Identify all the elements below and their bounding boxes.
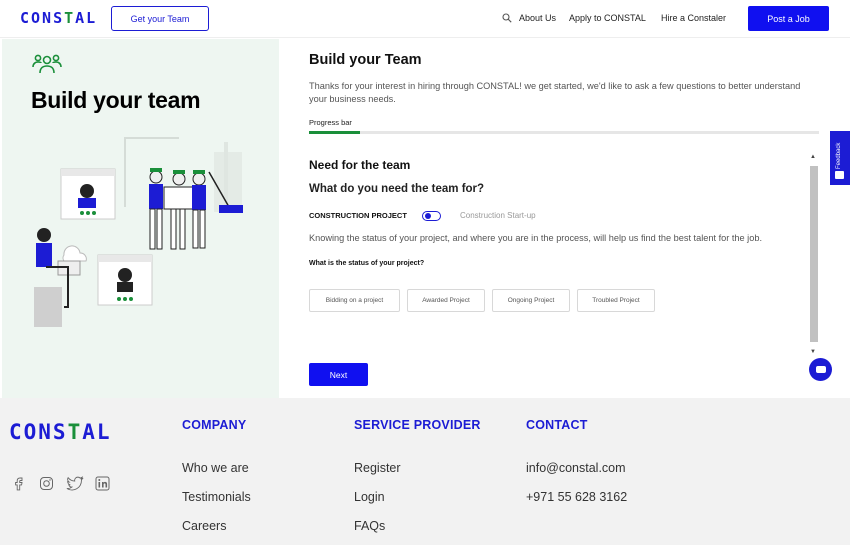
nav-about-us[interactable]: About Us [519, 13, 556, 23]
footer-service-heading: SERVICE PROVIDER [354, 418, 481, 432]
footer-logo[interactable]: CONSTAL [9, 420, 112, 444]
chat-icon [815, 366, 826, 373]
feedback-tab[interactable]: Feedback [830, 131, 850, 185]
instagram-icon[interactable] [39, 476, 54, 491]
toggle-label-construction-startup[interactable]: Construction Start-up [460, 211, 536, 220]
nav-hire-a-constaler[interactable]: Hire a Constaler [661, 13, 726, 23]
footer-company-heading: COMPANY [182, 418, 247, 432]
option-bidding[interactable]: Bidding on a project [309, 289, 400, 312]
feedback-icon [835, 171, 844, 179]
intro-text: Thanks for your interest in hiring throu… [309, 81, 801, 104]
progress-fill [309, 131, 360, 134]
header-logo[interactable]: CONSTAL [20, 9, 97, 27]
next-button[interactable]: Next [309, 363, 368, 386]
footer-link-who-we-are[interactable]: Who we are [182, 461, 249, 475]
toggle-label-construction-project[interactable]: CONSTRUCTION PROJECT [309, 211, 407, 220]
footer-contact-heading: CONTACT [526, 418, 588, 432]
option-ongoing[interactable]: Ongoing Project [492, 289, 570, 312]
footer-phone[interactable]: +971 55 628 3162 [526, 490, 627, 504]
footer-link-careers[interactable]: Careers [182, 519, 226, 533]
project-type-toggle[interactable] [422, 211, 441, 221]
footer: CONSTAL COMPANY Who we are Testimonials … [0, 398, 850, 545]
option-awarded[interactable]: Awarded Project [407, 289, 485, 312]
status-question: What is the status of your project? [309, 260, 425, 267]
post-a-job-button[interactable]: Post a Job [748, 6, 829, 31]
progress-bar [309, 131, 819, 134]
feedback-label: Feedback [836, 142, 842, 169]
top-header: CONSTAL Get your Team About Us Apply to … [0, 0, 850, 38]
page: CONSTAL Get your Team About Us Apply to … [0, 0, 850, 545]
twitter-icon[interactable] [66, 476, 84, 491]
search-icon[interactable] [502, 13, 512, 23]
chat-button[interactable] [809, 358, 832, 381]
facebook-icon[interactable] [11, 476, 26, 491]
option-troubled[interactable]: Troubled Project [577, 289, 655, 312]
nav-apply-to-constal[interactable]: Apply to CONSTAL [569, 13, 646, 23]
footer-link-register[interactable]: Register [354, 461, 401, 475]
team-illustration [34, 137, 243, 327]
section-title: Need for the team [309, 158, 411, 172]
scroll-up-arrow-icon[interactable]: ▲ [810, 154, 816, 160]
form-scroll-area[interactable]: Need for the team What do you need the t… [309, 154, 819, 359]
get-your-team-button[interactable]: Get your Team [111, 6, 209, 31]
scrollbar-thumb[interactable] [810, 166, 818, 342]
left-panel: Build your team [2, 39, 279, 398]
left-panel-title: Build your team [31, 87, 201, 113]
team-icon [32, 54, 62, 74]
footer-link-login[interactable]: Login [354, 490, 385, 504]
footer-email[interactable]: info@constal.com [526, 461, 626, 475]
form-title: Build your Team [309, 52, 422, 68]
scroll-down-arrow-icon[interactable]: ▼ [810, 349, 816, 355]
project-type-toggle-row: CONSTRUCTION PROJECT Construction Start-… [309, 210, 609, 222]
question-title: What do you need the team for? [309, 183, 485, 195]
status-help-text: Knowing the status of your project, and … [309, 233, 763, 243]
footer-link-testimonials[interactable]: Testimonials [182, 490, 251, 504]
toggle-knob [425, 213, 431, 219]
scrollbar[interactable]: ▲ ▼ [809, 154, 819, 359]
progress-label: Progress bar [309, 118, 352, 127]
linkedin-icon[interactable] [95, 476, 110, 491]
footer-logo-text: CONSTAL [9, 420, 112, 444]
team-form: Build your Team Thanks for your interest… [309, 39, 821, 398]
logo-text: CONSTAL [20, 9, 98, 27]
footer-link-faqs[interactable]: FAQs [354, 519, 385, 533]
